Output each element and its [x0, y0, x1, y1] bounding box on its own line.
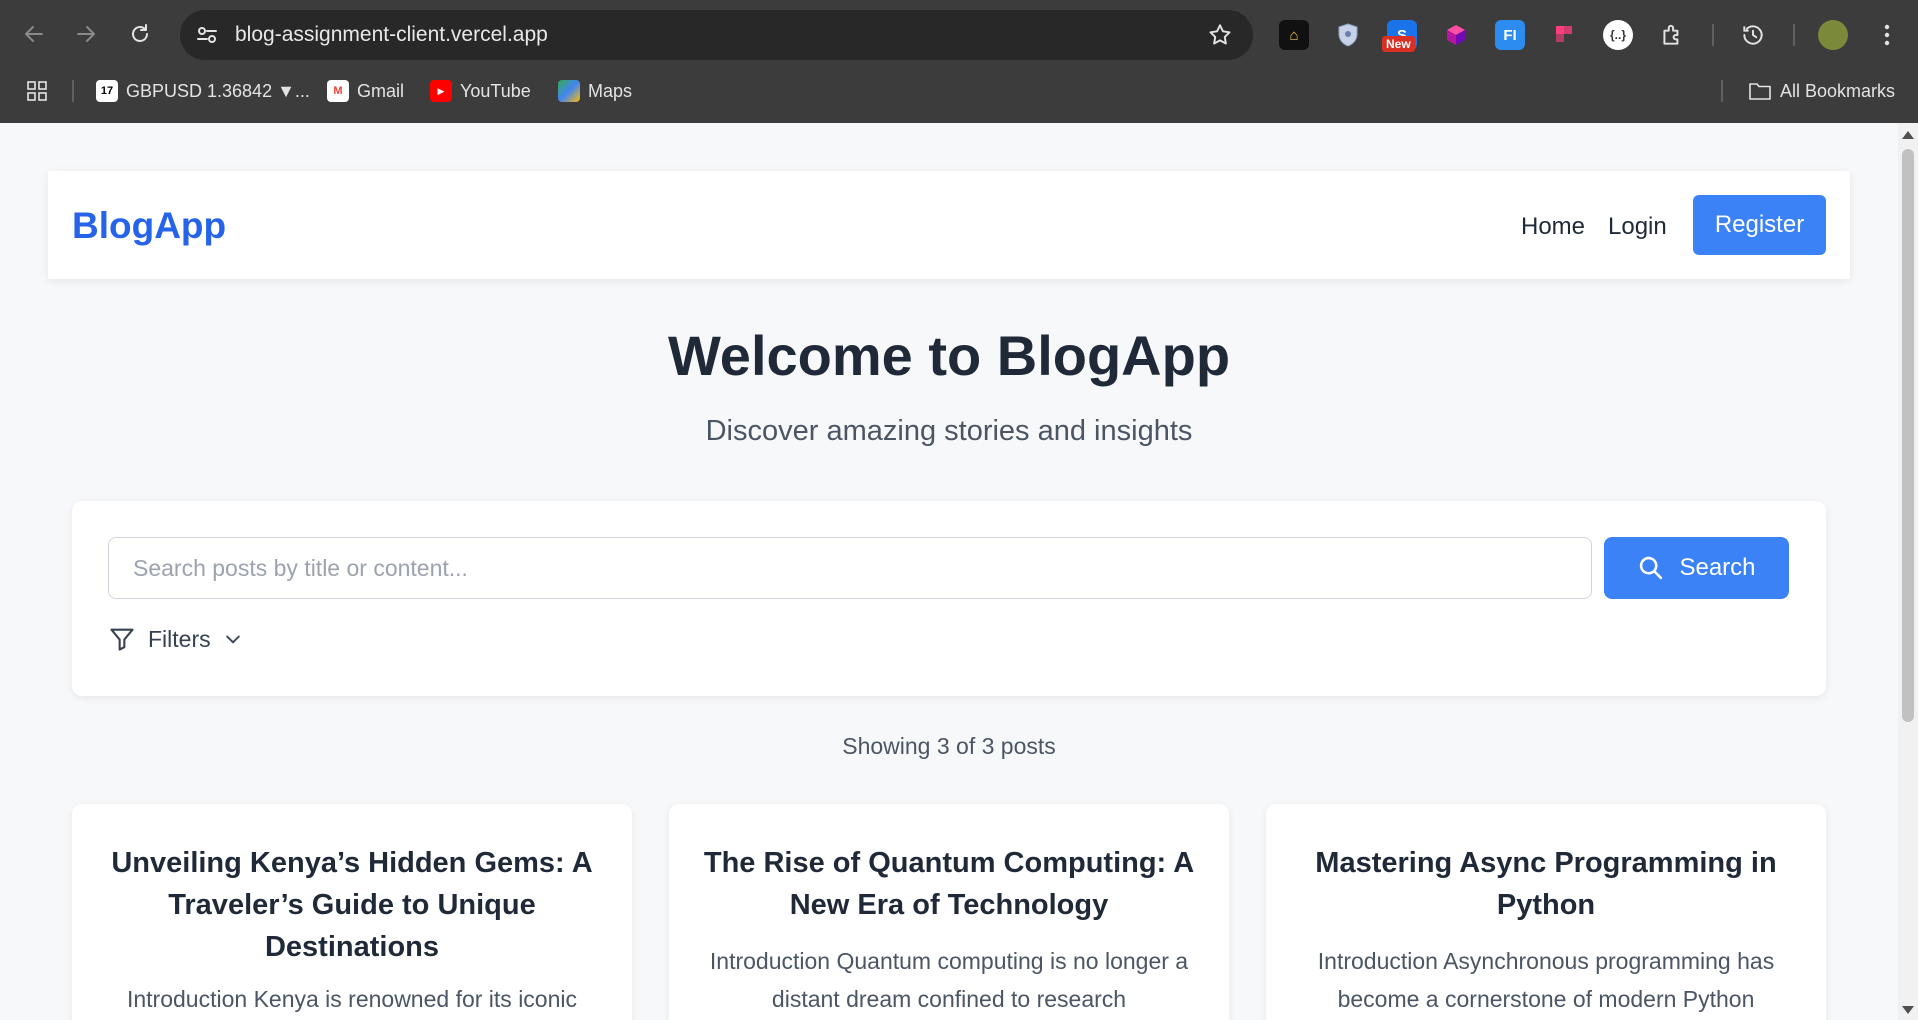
browser-chrome: blog-assignment-client.vercel.app ⌂ S Ne… — [0, 0, 1918, 123]
results-count: Showing 3 of 3 posts — [842, 733, 1056, 759]
hero-subtitle: Discover amazing stories and insights — [705, 415, 1193, 447]
reload-icon — [132, 24, 148, 42]
search-button[interactable]: Search — [1604, 537, 1789, 599]
bookmark-label: GBPUSD 1.36842 ▼... — [126, 80, 310, 101]
post-title[interactable]: Mastering Async Programming in Python — [1296, 842, 1796, 926]
scroll-up-arrow-icon[interactable] — [1902, 131, 1914, 139]
filters-label: Filters — [148, 625, 211, 652]
folder-icon — [1749, 83, 1771, 100]
youtube-icon: ▶ — [430, 80, 452, 102]
profile-avatar[interactable] — [1818, 20, 1848, 50]
code-extension-icon[interactable]: {..} — [1603, 20, 1633, 50]
address-url[interactable]: blog-assignment-client.vercel.app — [235, 23, 548, 47]
forward-arrow-icon — [77, 26, 95, 42]
bookmark-star-icon[interactable] — [1207, 22, 1233, 48]
forward-button[interactable] — [68, 16, 104, 52]
extension-icon-1[interactable]: ⌂ — [1279, 20, 1309, 50]
post-excerpt: Introduction Kenya is renowned for its i… — [126, 986, 578, 1012]
page-viewport: BlogApp Home Login Register Welcome to B… — [0, 123, 1898, 1020]
address-bar[interactable]: blog-assignment-client.vercel.app — [180, 10, 1253, 60]
new-badge: New — [1382, 36, 1415, 52]
menu-kebab-icon[interactable] — [1872, 20, 1902, 50]
fi-extension-icon[interactable]: FI — [1495, 20, 1525, 50]
register-button[interactable]: Register — [1693, 195, 1826, 255]
post-card[interactable]: Unveiling Kenya’s Hidden Gems: A Travele… — [72, 804, 632, 1020]
browser-toolbar: blog-assignment-client.vercel.app ⌂ S Ne… — [0, 0, 1918, 70]
bookmark-youtube[interactable]: ▶ YouTube — [430, 78, 531, 104]
back-button[interactable] — [16, 16, 52, 52]
bookmarks-separator — [1721, 80, 1723, 102]
post-excerpt: Introduction Asynchronous programming ha… — [1317, 948, 1775, 1012]
chevron-down-icon — [225, 635, 240, 644]
tradingview-icon: 17 — [96, 80, 118, 102]
brand-logo[interactable]: BlogApp — [72, 205, 226, 247]
cube-extension-icon[interactable] — [1441, 20, 1471, 50]
bookmark-label: Maps — [588, 80, 633, 101]
bookmarks-bar: 17 GBPUSD 1.36842 ▼... M Gmail ▶ YouTube… — [0, 70, 1918, 112]
post-card[interactable]: The Rise of Quantum Computing: A New Era… — [669, 804, 1229, 1020]
post-card[interactable]: Mastering Async Programming in Python In… — [1266, 804, 1826, 1020]
hero-title: Welcome to BlogApp — [667, 324, 1231, 387]
bookmarks-separator — [72, 80, 74, 102]
bookmark-gmail[interactable]: M Gmail — [327, 78, 404, 104]
search-input[interactable] — [108, 537, 1592, 599]
filter-funnel-icon — [110, 628, 134, 651]
bookmark-gbpusd[interactable]: 17 GBPUSD 1.36842 ▼... — [96, 78, 310, 104]
reload-button[interactable] — [122, 16, 158, 52]
all-bookmarks[interactable]: All Bookmarks — [1748, 78, 1895, 104]
gmail-icon: M — [327, 80, 349, 102]
toolbar-separator — [1712, 24, 1714, 46]
filters-toggle[interactable]: Filters — [108, 625, 243, 653]
nav-home-link[interactable]: Home — [1521, 213, 1585, 241]
extensions-puzzle-icon[interactable] — [1657, 20, 1687, 50]
bookmark-label: Gmail — [357, 80, 405, 101]
search-card: Search Filters — [72, 501, 1826, 696]
site-settings-icon[interactable] — [194, 22, 220, 48]
scrollbar-thumb[interactable] — [1902, 149, 1914, 722]
post-title[interactable]: The Rise of Quantum Computing: A New Era… — [699, 842, 1199, 926]
apps-grid-icon[interactable] — [26, 78, 48, 104]
maps-icon — [558, 80, 580, 102]
bookmark-maps[interactable]: Maps — [558, 78, 632, 104]
shield-extension-icon[interactable] — [1333, 20, 1363, 50]
figma-extension-icon[interactable] — [1549, 20, 1579, 50]
bookmark-label: YouTube — [460, 80, 531, 101]
all-bookmarks-label: All Bookmarks — [1780, 80, 1896, 101]
scroll-down-arrow-icon[interactable] — [1902, 1006, 1914, 1014]
search-icon — [1640, 556, 1663, 580]
toolbar-separator — [1793, 24, 1795, 46]
site-navbar: BlogApp Home Login Register — [48, 171, 1850, 279]
post-excerpt: Introduction Quantum computing is no lon… — [709, 948, 1189, 1012]
history-icon[interactable] — [1738, 20, 1768, 50]
nav-login-link[interactable]: Login — [1608, 213, 1667, 241]
post-title[interactable]: Unveiling Kenya’s Hidden Gems: A Travele… — [102, 842, 602, 968]
back-arrow-icon — [25, 26, 43, 42]
page-scrollbar[interactable] — [1898, 123, 1918, 1020]
search-button-label: Search — [1679, 554, 1756, 581]
